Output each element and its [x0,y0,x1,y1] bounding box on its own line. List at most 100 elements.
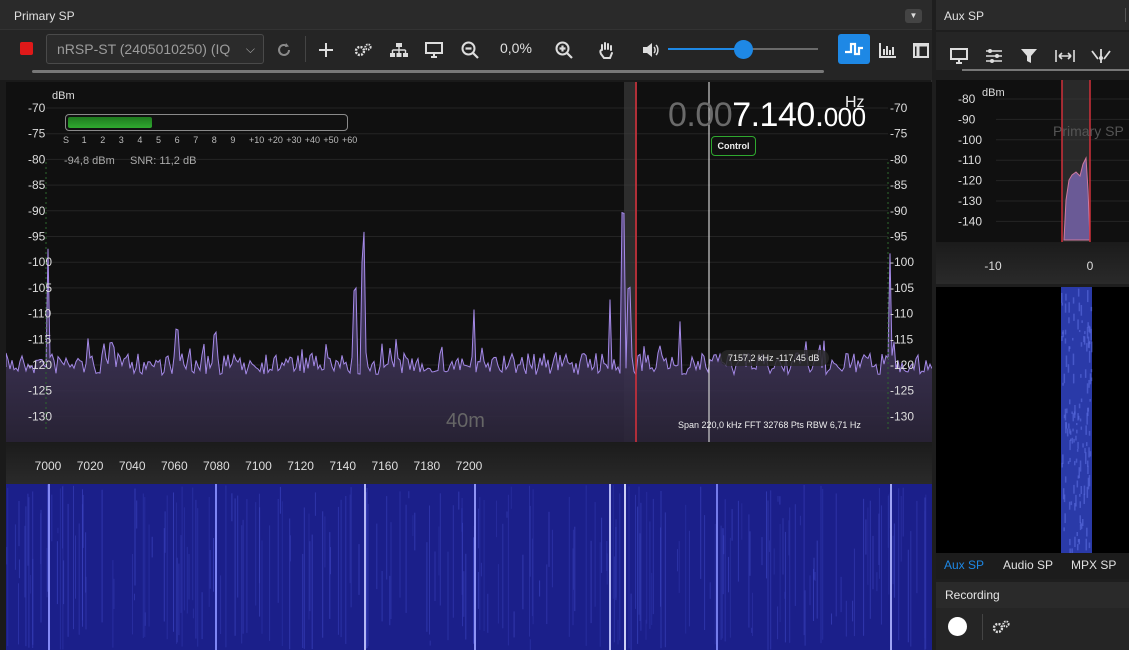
waterfall-streak [630,593,632,650]
aux-waterfall-noise [1079,418,1082,422]
waterfall-streak [18,559,20,579]
frequency-readout[interactable]: 0.007.140.000 [668,96,866,135]
tab-audio-sp[interactable]: Audio SP [1003,558,1053,572]
waterfall-streak [585,485,587,646]
recording-settings-icon[interactable] [990,616,1012,638]
waterfall-streak [461,508,463,532]
aux-y-tick: -110 [958,153,981,167]
volume-icon[interactable] [640,34,662,66]
zoom-out-icon[interactable] [459,34,481,66]
waterfall-streak [192,608,194,619]
waterfall-streak [506,511,508,518]
y-tick-right: -75 [890,127,908,141]
aux-panel: Aux SP -80 -90 -100 -110 -120 -130 -140 dBm [936,0,1129,650]
spectrum-mode-button[interactable] [838,34,870,64]
monitor-icon[interactable] [423,34,445,66]
waterfall-streak [916,500,918,594]
monitor-icon[interactable] [948,40,970,72]
aux-waterfall-noise [1083,493,1085,504]
device-select[interactable]: nRSP-ST (2405010250) (IQ ⌵ [46,34,264,64]
waterfall-streak [784,531,786,643]
control-button[interactable]: Control [711,136,756,156]
aux-waterfall-noise [1063,494,1066,503]
waterfall-streak [438,526,440,576]
waterfall-streak [572,529,574,590]
waterfall-streak [892,535,894,585]
waterfall-streak [151,536,153,558]
waterfall-streak [112,560,114,648]
antenna-icon[interactable] [1090,40,1112,72]
layout-icon[interactable] [910,34,932,66]
waterfall-streak [148,524,150,627]
gears-icon[interactable] [352,34,374,66]
toolbar-scrollbar[interactable] [32,70,824,73]
waterfall-streak [640,502,642,631]
waterfall-streak [473,537,474,644]
stop-button[interactable] [20,42,33,55]
recording-title: Recording [945,588,1000,602]
refresh-icon[interactable] [273,34,295,66]
zoom-in-icon[interactable] [553,34,575,66]
aux-waterfall-noise [1090,306,1093,312]
volume-slider-knob[interactable] [734,40,753,59]
waterfall-streak [213,538,214,592]
aux-frequency-axis[interactable]: -10 0 [936,242,1129,284]
waterfall-streak [452,505,454,618]
primary-title-bar: Primary SP ▼ [0,0,932,30]
waterfall-streak [390,522,392,619]
waterfall-streak [700,486,702,579]
waterfall-display[interactable] [6,484,932,650]
panel-menu-icon[interactable]: ▼ [905,9,922,23]
waterfall-signal [624,484,626,650]
plus-icon[interactable] [315,34,337,66]
waterfall-streak [714,523,716,645]
width-icon[interactable] [1054,40,1076,72]
waterfall-streak [639,533,641,621]
aux-waterfall-noise [1080,426,1083,430]
waterfall-streak [853,548,855,637]
aux-waterfall-noise [1073,411,1076,418]
tab-aux-sp[interactable]: Aux SP [944,558,984,572]
aux-waterfall-noise [1075,494,1077,507]
y-tick-left: -85 [28,178,46,192]
frequency-axis[interactable]: 7000 7020 7040 7060 7080 7100 7120 7140 7160 7180… [6,442,932,484]
aux-dbm-label: dBm [982,87,1005,99]
aux-waterfall-noise [1084,331,1086,335]
y-tick-right: -85 [890,178,908,192]
filter-icon[interactable] [1018,40,1040,72]
record-button[interactable] [948,617,967,636]
waterfall-streak [546,564,548,624]
aux-y-tick: -130 [958,194,982,208]
waterfall-streak [309,541,311,612]
waterfall-streak [852,600,854,622]
waterfall-streak [749,531,751,576]
waterfall-streak [548,511,550,567]
hand-icon[interactable] [595,34,617,66]
sliders-icon[interactable] [983,40,1005,72]
y-tick-right: -100 [890,255,914,269]
waterfall-streak [779,524,781,622]
aux-waterfall-noise [1090,369,1093,373]
spectrum-display[interactable]: -70 -75 -80 -85 -90 -95 -100 -105 -110 -115 -120 -1… [6,82,932,442]
waterfall-streak [142,493,144,638]
waterfall-streak [18,583,19,645]
aux-waterfall-noise [1083,336,1086,345]
waterfall-streak [75,535,76,599]
waterfall-streak [329,547,331,575]
aux-toolbar-scrollbar[interactable] [962,69,1129,71]
aux-waterfall-noise [1064,513,1066,524]
aux-spectrum-display[interactable]: -80 -90 -100 -110 -120 -130 -140 dBm Primary S… [936,80,1129,242]
tab-mpx-sp[interactable]: MPX SP [1071,558,1116,572]
aux-waterfall-noise [1074,536,1076,547]
bars-icon[interactable] [877,34,899,66]
aux-waterfall[interactable] [936,287,1129,559]
aux-waterfall-noise [1073,484,1075,494]
waterfall-streak [831,613,832,625]
waterfall-streak [255,502,257,606]
zoom-level: 0,0% [500,40,532,56]
waterfall-streak [192,487,194,601]
network-icon[interactable] [388,34,410,66]
waterfall-streak [619,493,621,641]
waterfall-streak [447,551,449,641]
aux-waterfall-noise [1083,485,1086,495]
